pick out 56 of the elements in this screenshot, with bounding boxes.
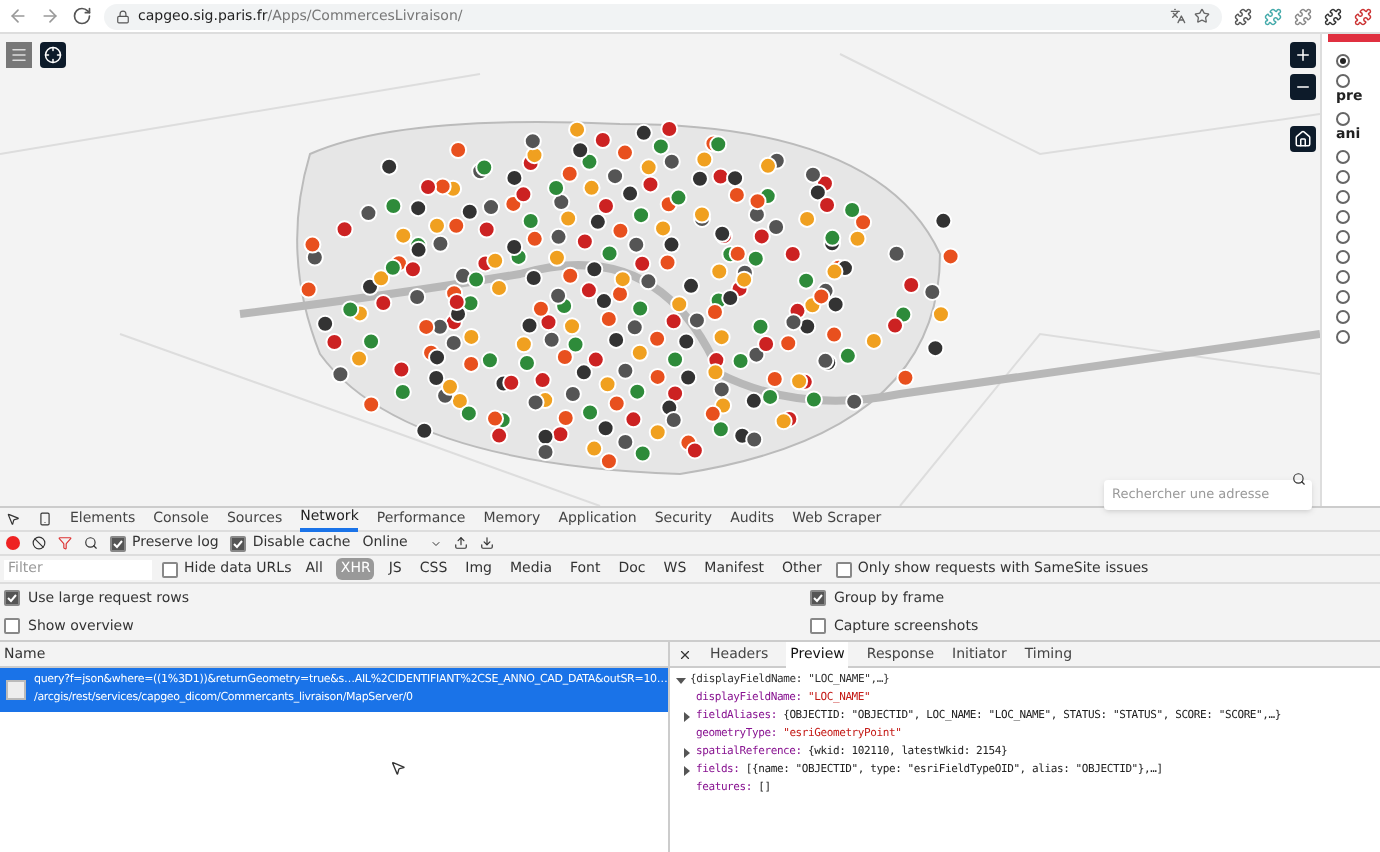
mouse-cursor-icon bbox=[390, 760, 406, 776]
expand-triangle-icon[interactable] bbox=[676, 676, 686, 686]
radio-button[interactable] bbox=[1336, 112, 1350, 126]
zoom-out-button[interactable] bbox=[1290, 74, 1316, 100]
radio-button[interactable] bbox=[1336, 170, 1350, 184]
locate-button[interactable] bbox=[40, 42, 66, 68]
checkbox[interactable] bbox=[4, 590, 20, 607]
extension-icon[interactable] bbox=[1234, 7, 1252, 25]
clear-icon[interactable] bbox=[32, 536, 46, 550]
radio-button[interactable] bbox=[1336, 270, 1350, 284]
crosshair-icon bbox=[44, 46, 62, 64]
radio-button[interactable] bbox=[1336, 310, 1350, 324]
back-icon[interactable] bbox=[8, 6, 28, 26]
caret-icon bbox=[430, 537, 443, 549]
radio-button[interactable] bbox=[1336, 150, 1350, 164]
filter-icon[interactable] bbox=[58, 536, 72, 550]
inspect-icon[interactable] bbox=[6, 512, 20, 526]
radio-button[interactable] bbox=[1336, 290, 1350, 304]
plus-icon bbox=[1294, 46, 1312, 64]
panel-header-bar bbox=[1328, 34, 1380, 42]
upload-icon[interactable] bbox=[454, 536, 469, 550]
file-icon bbox=[6, 680, 26, 700]
menu-icon bbox=[10, 46, 28, 64]
star-icon[interactable] bbox=[1194, 8, 1210, 24]
checkbox[interactable] bbox=[810, 590, 826, 607]
radio-button[interactable] bbox=[1336, 190, 1350, 204]
checkbox[interactable] bbox=[4, 617, 20, 634]
search-icon[interactable] bbox=[84, 536, 98, 550]
record-icon[interactable] bbox=[6, 536, 20, 550]
forward-icon[interactable] bbox=[40, 6, 60, 26]
zoom-in-button[interactable] bbox=[1290, 42, 1316, 68]
extension-icon[interactable] bbox=[1324, 7, 1342, 25]
device-icon[interactable] bbox=[38, 512, 52, 526]
translate-icon[interactable] bbox=[1170, 8, 1186, 24]
radio-button[interactable] bbox=[1336, 330, 1350, 344]
expand-triangle-icon[interactable] bbox=[682, 712, 692, 722]
reload-icon[interactable] bbox=[72, 6, 92, 26]
checkbox[interactable] bbox=[810, 617, 826, 634]
radio-button[interactable] bbox=[1336, 230, 1350, 244]
menu-button[interactable] bbox=[6, 42, 32, 68]
expand-triangle-icon[interactable] bbox=[682, 766, 692, 776]
close-icon[interactable] bbox=[678, 647, 692, 661]
radio-button[interactable] bbox=[1336, 250, 1350, 264]
radio-button[interactable] bbox=[1336, 210, 1350, 224]
radio-button[interactable] bbox=[1336, 54, 1350, 68]
download-icon[interactable] bbox=[480, 536, 495, 550]
home-button[interactable] bbox=[1290, 126, 1316, 152]
expand-triangle-icon[interactable] bbox=[682, 748, 692, 758]
home-icon bbox=[1294, 130, 1312, 148]
lock-icon bbox=[116, 9, 130, 23]
search-icon[interactable] bbox=[1292, 472, 1306, 486]
checkbox[interactable] bbox=[230, 535, 247, 551]
checkbox[interactable] bbox=[162, 561, 178, 577]
checkbox[interactable] bbox=[835, 561, 852, 577]
radio-button[interactable] bbox=[1336, 74, 1350, 88]
checkbox[interactable] bbox=[110, 535, 126, 551]
